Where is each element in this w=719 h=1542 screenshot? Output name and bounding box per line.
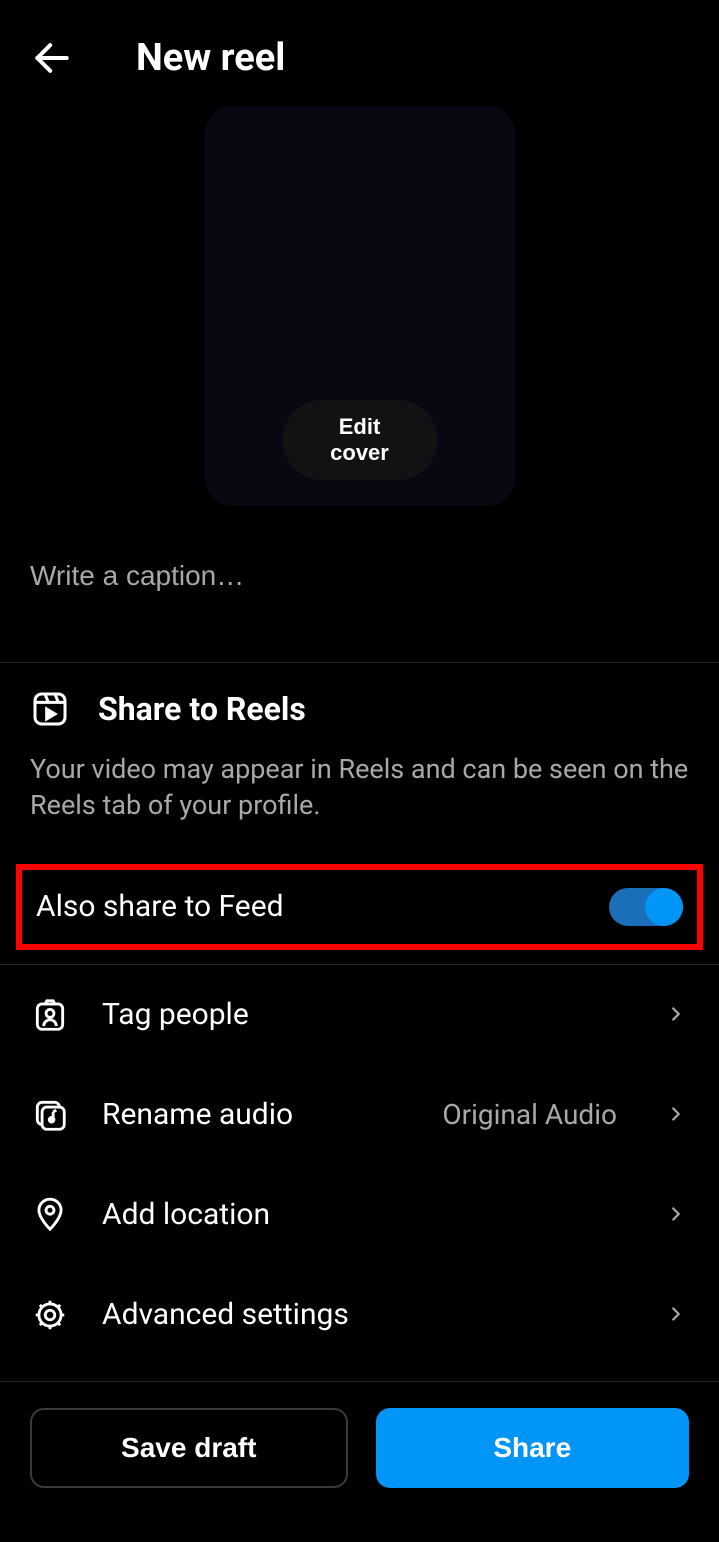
rename-audio-value: Original Audio	[442, 1098, 617, 1131]
rename-audio-label: Rename audio	[102, 1097, 410, 1132]
share-to-reels-title: Share to Reels	[98, 690, 306, 728]
also-share-to-feed-label: Also share to Feed	[36, 889, 284, 924]
also-share-to-feed-row[interactable]: Also share to Feed	[16, 864, 703, 950]
add-location-row[interactable]: Add location	[0, 1165, 719, 1265]
share-to-reels-description: Your video may appear in Reels and can b…	[30, 751, 689, 824]
caption-input[interactable]	[30, 560, 689, 592]
tag-people-row[interactable]: Tag people	[0, 965, 719, 1065]
chevron-right-icon	[665, 1203, 689, 1227]
also-share-to-feed-toggle[interactable]	[609, 888, 683, 926]
chevron-right-icon	[665, 1003, 689, 1027]
page-title: New reel	[136, 36, 285, 80]
rename-audio-row[interactable]: Rename audio Original Audio	[0, 1065, 719, 1165]
chevron-right-icon	[665, 1303, 689, 1327]
header: New reel	[0, 0, 719, 106]
edit-cover-button[interactable]: Edit cover	[282, 400, 437, 480]
toggle-knob	[645, 888, 683, 926]
gear-icon	[30, 1295, 70, 1335]
advanced-settings-row[interactable]: Advanced settings	[0, 1265, 719, 1365]
back-arrow-icon[interactable]	[28, 34, 76, 82]
reel-cover-preview[interactable]: Edit cover	[205, 106, 515, 506]
tag-people-icon	[30, 995, 70, 1035]
chevron-right-icon	[665, 1103, 689, 1127]
save-draft-button[interactable]: Save draft	[30, 1408, 348, 1488]
reels-icon	[30, 689, 70, 729]
tag-people-label: Tag people	[102, 997, 633, 1032]
share-to-reels-section: Share to Reels Your video may appear in …	[0, 663, 719, 850]
audio-icon	[30, 1095, 70, 1135]
location-pin-icon	[30, 1195, 70, 1235]
preview-area: Edit cover	[0, 106, 719, 516]
footer: Save draft Share	[0, 1382, 719, 1522]
advanced-settings-label: Advanced settings	[102, 1297, 633, 1332]
share-button[interactable]: Share	[376, 1408, 690, 1488]
add-location-label: Add location	[102, 1197, 633, 1232]
caption-section	[0, 516, 719, 662]
